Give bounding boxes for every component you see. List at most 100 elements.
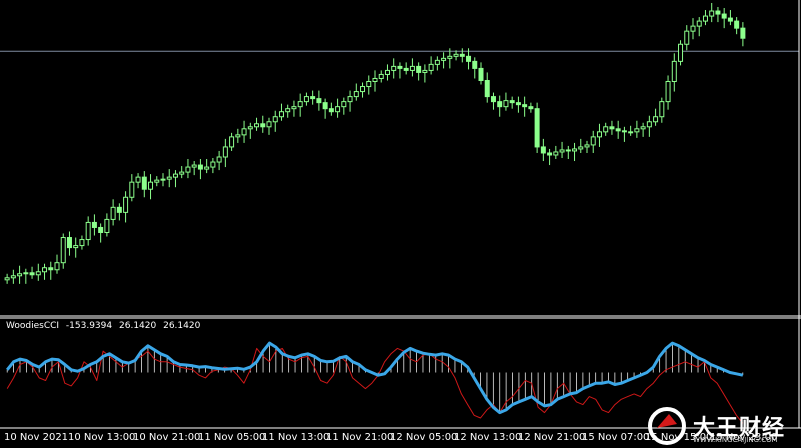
candle-body xyxy=(316,98,322,104)
candle xyxy=(665,75,671,110)
candle-body xyxy=(678,43,684,62)
candle xyxy=(453,50,459,61)
candle xyxy=(291,100,297,117)
candle xyxy=(347,90,353,112)
candle-body xyxy=(684,30,690,45)
candle xyxy=(191,161,197,176)
candle xyxy=(148,174,154,200)
candle-body xyxy=(384,69,390,75)
candle xyxy=(640,122,646,137)
candle-body xyxy=(278,111,284,118)
candle-body xyxy=(191,164,197,168)
candle xyxy=(60,233,66,269)
candle xyxy=(129,174,135,202)
time-axis-label: 12 Nov 21:00 xyxy=(518,432,586,443)
candle-body xyxy=(422,69,428,73)
candle xyxy=(559,141,565,159)
candle-body xyxy=(335,106,341,113)
candle xyxy=(709,2,715,23)
candle xyxy=(497,95,503,117)
candle-body xyxy=(91,221,97,228)
time-axis-label: 11 Nov 05:00 xyxy=(198,432,266,443)
candle-body xyxy=(129,181,135,198)
candle-body xyxy=(509,100,515,104)
candle-body xyxy=(197,164,203,170)
candle xyxy=(534,102,540,153)
candle xyxy=(179,166,185,179)
candle-body xyxy=(671,60,677,82)
trading-chart[interactable] xyxy=(0,0,801,448)
candle-body xyxy=(291,106,297,110)
candle-body xyxy=(397,65,403,69)
indicator-value-1: -153.9394 xyxy=(65,321,113,331)
candle-body xyxy=(409,65,415,71)
candle xyxy=(565,145,571,160)
candle-body xyxy=(247,126,253,130)
candle xyxy=(441,52,447,69)
candle xyxy=(434,56,440,71)
candle xyxy=(210,158,216,174)
candle xyxy=(141,171,147,198)
candle-body xyxy=(453,53,459,57)
candle xyxy=(185,159,191,179)
candle-body xyxy=(303,96,309,103)
candle-body xyxy=(596,131,602,138)
candle-body xyxy=(366,81,372,88)
candle xyxy=(715,7,721,23)
candle-body xyxy=(254,123,260,128)
candle xyxy=(154,176,160,187)
candle xyxy=(353,83,359,101)
candle xyxy=(23,268,29,284)
candle-body xyxy=(572,148,578,152)
candle xyxy=(266,117,272,135)
candle-body xyxy=(310,96,316,100)
candle-body xyxy=(466,55,472,62)
candle-body xyxy=(229,136,235,148)
candle-body xyxy=(241,128,247,136)
candle xyxy=(702,10,708,26)
indicator-panel[interactable] xyxy=(6,341,744,424)
candle-body xyxy=(584,144,590,148)
candle-body xyxy=(23,272,29,275)
candle-body xyxy=(478,67,484,81)
candle-body xyxy=(696,20,702,27)
cci-main-line[interactable] xyxy=(6,341,744,415)
candle-body xyxy=(85,221,91,241)
candle xyxy=(29,266,35,279)
candle xyxy=(160,173,166,187)
candle xyxy=(254,117,260,131)
candle-body xyxy=(547,152,553,156)
time-axis-label: 12 Nov 13:00 xyxy=(454,432,522,443)
candle xyxy=(98,223,104,243)
candle xyxy=(235,128,241,143)
candle-body xyxy=(403,67,409,71)
candle xyxy=(397,62,403,79)
candle-body xyxy=(715,10,721,15)
candle xyxy=(609,120,615,135)
candle-body xyxy=(29,272,35,276)
candle xyxy=(135,173,141,189)
candle xyxy=(10,269,16,284)
candle xyxy=(216,150,222,171)
candle xyxy=(490,92,496,110)
candle xyxy=(590,130,596,153)
candle-body xyxy=(116,206,122,213)
candle-body xyxy=(515,102,521,106)
candle xyxy=(515,96,521,113)
candle-body xyxy=(98,226,104,233)
candle xyxy=(584,140,590,153)
candle xyxy=(721,8,727,29)
candle-body xyxy=(154,179,160,183)
candle-body xyxy=(110,206,116,220)
candle xyxy=(247,122,253,139)
candle xyxy=(528,102,534,113)
candle xyxy=(678,40,684,66)
candle xyxy=(684,25,690,51)
candle xyxy=(378,70,384,83)
candle-body xyxy=(353,91,359,98)
candle xyxy=(35,263,41,281)
candle-body xyxy=(272,116,278,123)
price-panel[interactable] xyxy=(0,2,799,284)
candle xyxy=(727,10,733,26)
candle-body xyxy=(702,15,708,22)
